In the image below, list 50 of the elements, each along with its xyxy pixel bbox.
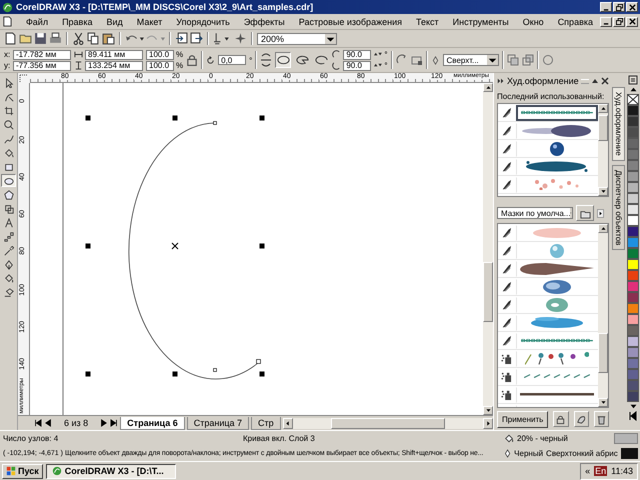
docker-tab[interactable]: Худ.оформление [612,87,625,161]
menu-item[interactable]: Эффекты [236,16,292,26]
fill-info: 20% - черный [517,434,568,443]
rotation-field[interactable]: 0,0 [218,55,246,65]
outline-info: Сверхтонкий абрис [546,449,618,458]
menu-item[interactable]: Файл [18,16,56,26]
y-label: y: [4,61,11,70]
zoom-dropdown[interactable]: 200% [257,32,337,44]
percent-label: % [176,61,184,70]
menu-item[interactable]: Упорядочить [169,16,237,26]
menu-item[interactable]: Правка [55,16,100,26]
degree-label: ° [384,50,388,59]
window-title: CorelDRAW X3 - [D:\TEMP\_MM DISCS\Corel X3\2_9\Art_samples.cdr] [16,2,314,12]
language-indicator[interactable]: En [594,466,608,476]
docker-tab[interactable]: Диспетчер объектов [612,164,625,250]
page-tab[interactable]: Страница 7 [186,416,250,430]
degree-label: ° [249,56,252,64]
end-angle-field[interactable]: 90.0 [343,60,372,70]
menu-item[interactable]: Справка [550,16,600,26]
taskbar-button[interactable]: CorelDRAW X3 - [D:\T... [46,464,176,478]
outline-color-info: Черный [514,449,544,458]
section-label: Последний использованный: [497,92,606,101]
node-count: Число узлов: 4 [3,434,60,443]
menu-item[interactable]: Растровые изображения [292,16,409,26]
page-tab[interactable]: Страница 6 [120,416,185,430]
object-info: Кривая вкл. Слой 3 [243,434,316,443]
degree-label: ° [384,61,388,70]
stroke-category-dropdown[interactable]: Мазки по умолча... [497,207,573,219]
width-field[interactable]: 89.411 мм [85,50,143,60]
clock: 11:43 [611,466,633,476]
apply-button[interactable]: Применить [497,410,548,428]
tray-expand-button[interactable]: « [585,466,590,476]
scale-x-field[interactable]: 100.0 [146,50,174,60]
x-position-field[interactable]: -17.782 мм [13,50,71,60]
start-button[interactable]: Пуск [2,464,43,478]
docker-title: Худ.оформление [507,76,579,86]
menu-item[interactable]: Окно [516,16,551,26]
height-field[interactable]: 133.254 мм [85,60,143,70]
start-angle-field[interactable]: 90.0 [343,50,372,60]
menu-item[interactable]: Инструменты [446,16,516,26]
menu-item[interactable]: Вид [99,16,130,26]
scale-y-field[interactable]: 100.0 [146,60,174,70]
menu-item[interactable]: Текст [408,16,446,26]
x-label: x: [4,50,11,59]
y-position-field[interactable]: -77.356 мм [13,60,71,70]
outline-width-dropdown[interactable]: Сверхт... [442,54,499,66]
menu-item[interactable]: Макет [130,16,170,26]
page-tab[interactable]: Стр [251,416,281,430]
percent-label: % [176,50,184,59]
page-counter: 6 из 8 [63,418,90,428]
